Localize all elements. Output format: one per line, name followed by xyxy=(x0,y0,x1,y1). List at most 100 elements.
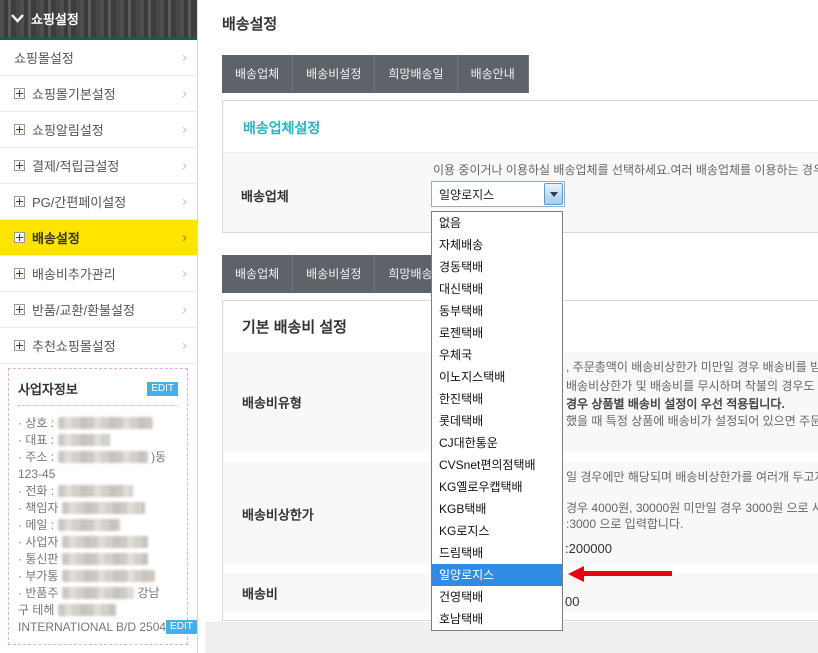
dropdown-option[interactable]: CJ대한통운 xyxy=(432,432,562,454)
business-info-line: · 메일 : xyxy=(18,516,178,533)
divider xyxy=(18,405,178,406)
dropdown-option[interactable]: CVSnet편의점택배 xyxy=(432,454,562,476)
blurred-value xyxy=(62,502,145,514)
chevron-right-icon: › xyxy=(182,338,187,353)
selected-company-value: 일양로지스 xyxy=(432,186,544,203)
dropdown-option[interactable]: 대신택배 xyxy=(432,278,562,300)
fee-cap-text-line: 일 경우에만 해당되며 배송비상한가를 여러개 두고자 하 xyxy=(566,468,818,485)
fee-type-text-line: 배송비상한가 및 배송비를 무시하며 착불의 경우도 무 xyxy=(566,377,818,394)
arrow-head-icon xyxy=(568,566,584,582)
business-info-line: · 사업자 xyxy=(18,533,178,550)
chevron-right-icon: › xyxy=(182,86,187,101)
edit-button[interactable]: EDIT xyxy=(147,382,178,396)
tab[interactable]: 배송업체 xyxy=(222,55,293,93)
dropdown-button[interactable] xyxy=(544,183,563,205)
sidebar-item-label: 배송설정 xyxy=(32,228,182,247)
row-label-fee-type: 배송비유형 xyxy=(242,393,302,412)
dropdown-option[interactable]: 드림택배 xyxy=(432,542,562,564)
business-info-line: 구 테헤 xyxy=(18,601,178,618)
blurred-value xyxy=(62,553,148,565)
dropdown-option[interactable]: 일양로지스 xyxy=(432,564,562,586)
business-info-line: 123-45 xyxy=(18,465,178,482)
business-info-label: · 상호 : xyxy=(18,414,54,431)
row-label-fee-cap: 배송비상한가 xyxy=(242,504,314,523)
fee-cap-text-line: :3000 으로 입력합니다. xyxy=(566,515,683,532)
dropdown-option[interactable]: KG옐로우캡택배 xyxy=(432,476,562,498)
plus-icon[interactable] xyxy=(14,124,25,135)
shipping-tabs-top: 배송업체 배송비설정 희망배송일 배송안내 xyxy=(222,55,529,93)
business-info-line: · 대표 : xyxy=(18,431,178,448)
sidebar-item-label: 반품/교환/환불설정 xyxy=(32,300,182,319)
business-info-label: · 책임자 xyxy=(18,499,58,516)
plus-icon[interactable] xyxy=(14,304,25,315)
plus-icon[interactable] xyxy=(14,160,25,171)
tab[interactable]: 배송업체 xyxy=(222,255,293,293)
edit-button[interactable]: EDIT xyxy=(166,620,197,634)
plus-icon[interactable] xyxy=(14,232,25,243)
dropdown-option[interactable]: 자체배송 xyxy=(432,234,562,256)
business-info-line: · 부가통 xyxy=(18,567,178,584)
dropdown-option[interactable]: 이노지스택배 xyxy=(432,366,562,388)
fee-type-text-line: , 주문총액이 배송비상한가 미만일 경우 배송비를 받 xyxy=(566,358,818,375)
dropdown-option[interactable]: 없음 xyxy=(432,212,562,234)
chevron-right-icon: › xyxy=(182,266,187,281)
plus-icon[interactable] xyxy=(14,196,25,207)
sidebar-item[interactable]: 쇼핑몰설정 › xyxy=(0,40,197,76)
section-title-shipping-company: 배송업체설정 xyxy=(223,101,818,152)
chevron-down-icon xyxy=(11,14,24,23)
blurred-value xyxy=(62,587,134,599)
dropdown-option[interactable]: 호남택배 xyxy=(432,608,562,630)
sidebar-header-shopping-settings[interactable]: 쇼핑설정 xyxy=(0,0,197,40)
fee-type-text-line: 경우 상품별 배송비 설정이 우선 적용됩니다. xyxy=(566,395,785,412)
business-info-label: · 주소 : xyxy=(18,448,54,465)
dropdown-option[interactable]: 우체국 xyxy=(432,344,562,366)
business-info-label: · 사업자 xyxy=(18,533,58,550)
fee-cap-text-line: 경우 4000원, 30000원 미만일 경우 3000원 으로 사 xyxy=(566,499,818,516)
blurred-value xyxy=(62,570,155,582)
row-label-shipping-company: 배송업체 xyxy=(241,186,289,205)
business-info-title: 사업자정보 xyxy=(18,379,78,398)
blurred-value xyxy=(58,519,120,531)
tab[interactable]: 배송비설정 xyxy=(293,255,375,293)
dropdown-option[interactable]: 건영택배 xyxy=(432,586,562,608)
sidebar-header-label: 쇼핑설정 xyxy=(31,9,79,28)
tab[interactable]: 배송안내 xyxy=(458,55,529,93)
shipping-company-description: 이용 중이거나 이용하실 배송업체를 선택하세요.여러 배송업체를 이용하는 경… xyxy=(433,161,818,178)
dropdown-option[interactable]: 롯데택배 xyxy=(432,410,562,432)
dropdown-option[interactable]: 경동택배 xyxy=(432,256,562,278)
fee-cap-value-fragment: :200000 xyxy=(565,541,612,556)
sidebar-item[interactable]: PG/간편페이설정 › xyxy=(0,184,197,220)
business-info-line: · 통신판 xyxy=(18,550,178,567)
shipping-company-dropdown: 없음 자체배송 경동택배 대신택배 동부택배 로젠택배 우체국 이노지스택배 한… xyxy=(431,211,563,631)
sidebar-item-label: 쇼핑알림설정 xyxy=(32,120,182,139)
blurred-value xyxy=(58,434,110,446)
shipping-company-select[interactable]: 일양로지스 xyxy=(431,181,565,207)
sidebar-item[interactable]: 쇼핑알림설정 › xyxy=(0,112,197,148)
blurred-value xyxy=(62,536,148,548)
sidebar-item[interactable]: 결제/적립금설정 › xyxy=(0,148,197,184)
sidebar-item[interactable]: 배송설정 › xyxy=(0,220,197,256)
sidebar-item-label: 추천쇼핑몰설정 xyxy=(32,336,182,355)
sidebar-item[interactable]: 배송비추가관리 › xyxy=(0,256,197,292)
tab[interactable]: 희망배송일 xyxy=(375,55,457,93)
business-info-label: · 부가통 xyxy=(18,567,58,584)
business-info-line: · 전화 : xyxy=(18,482,178,499)
sidebar-item[interactable]: 추천쇼핑몰설정 › xyxy=(0,328,197,364)
dropdown-option[interactable]: KG로지스 xyxy=(432,520,562,542)
dropdown-option[interactable]: KGB택배 xyxy=(432,498,562,520)
business-info-label: · 메일 : xyxy=(18,516,54,533)
sidebar-item-label: 쇼핑몰설정 xyxy=(14,48,182,67)
dropdown-option[interactable]: 로젠택배 xyxy=(432,322,562,344)
plus-icon[interactable] xyxy=(14,88,25,99)
sidebar-item[interactable]: 쇼핑몰기본설정 › xyxy=(0,76,197,112)
plus-icon[interactable] xyxy=(14,340,25,351)
plus-icon[interactable] xyxy=(14,268,25,279)
row-label-fee: 배송비 xyxy=(242,583,278,602)
tab[interactable]: 배송비설정 xyxy=(293,55,375,93)
page-title: 배송설정 xyxy=(222,13,277,34)
dropdown-option[interactable]: 동부택배 xyxy=(432,300,562,322)
sidebar-item-label: 쇼핑몰기본설정 xyxy=(32,84,182,103)
sidebar-item[interactable]: 반품/교환/환불설정 › xyxy=(0,292,197,328)
business-info-label: · 대표 : xyxy=(18,431,54,448)
dropdown-option[interactable]: 한진택배 xyxy=(432,388,562,410)
